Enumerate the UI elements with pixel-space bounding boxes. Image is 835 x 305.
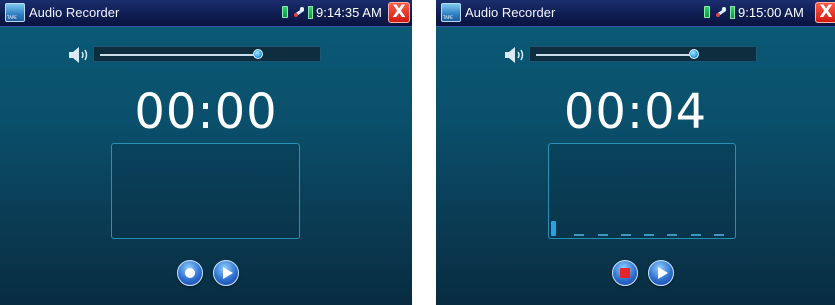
battery-icon — [704, 6, 710, 18]
play-icon — [223, 267, 233, 279]
elapsed-timer: 00:00 — [134, 84, 278, 140]
elapsed-timer: 00:04 — [563, 84, 708, 140]
tape-recorder-icon — [5, 3, 25, 22]
waveform-bar — [574, 234, 584, 236]
stop-icon — [620, 268, 630, 278]
app-title: Audio Recorder — [465, 5, 556, 20]
play-button[interactable] — [648, 260, 674, 286]
speaker-icon[interactable] — [502, 44, 528, 66]
app-title: Audio Recorder — [29, 5, 120, 20]
volume-slider-knob[interactable] — [253, 49, 263, 59]
battery-icon — [282, 6, 288, 18]
speaker-icon[interactable] — [66, 44, 92, 66]
clock: 9:15:00 AM — [738, 5, 804, 20]
signal-icon — [730, 6, 735, 19]
close-button[interactable]: X — [388, 2, 410, 23]
volume-slider-fill — [536, 54, 694, 56]
waveform-bar — [691, 234, 701, 236]
volume-slider-fill — [100, 54, 258, 56]
tape-recorder-icon — [441, 3, 461, 22]
waveform-bar — [644, 234, 654, 236]
waveform-bar — [621, 234, 631, 236]
title-bar: Audio Recorder 9:15:00 AM X — [436, 0, 835, 27]
volume-slider[interactable] — [529, 46, 757, 62]
recorder-screen-idle: Audio Recorder 9:14:35 AM X 00:00 — [0, 0, 412, 305]
usb-icon — [716, 7, 727, 17]
waveform-display — [548, 143, 736, 239]
record-button[interactable] — [177, 260, 203, 286]
waveform-bar — [714, 234, 724, 236]
waveform-bar — [667, 234, 677, 236]
close-button[interactable]: X — [815, 2, 835, 23]
waveform-display — [111, 143, 300, 239]
waveform-bar — [598, 234, 608, 236]
title-bar: Audio Recorder 9:14:35 AM X — [0, 0, 412, 27]
volume-slider[interactable] — [93, 46, 321, 62]
play-icon — [658, 267, 668, 279]
signal-icon — [308, 6, 313, 19]
play-button[interactable] — [213, 260, 239, 286]
usb-icon — [294, 7, 305, 17]
volume-slider-knob[interactable] — [689, 49, 699, 59]
clock: 9:14:35 AM — [316, 5, 382, 20]
record-icon — [185, 268, 195, 278]
volume-control — [436, 44, 835, 66]
stop-button[interactable] — [612, 260, 638, 286]
waveform-bar — [551, 221, 556, 236]
volume-control — [0, 44, 412, 66]
recorder-screen-recording: Audio Recorder 9:15:00 AM X 00:04 — [436, 0, 835, 305]
